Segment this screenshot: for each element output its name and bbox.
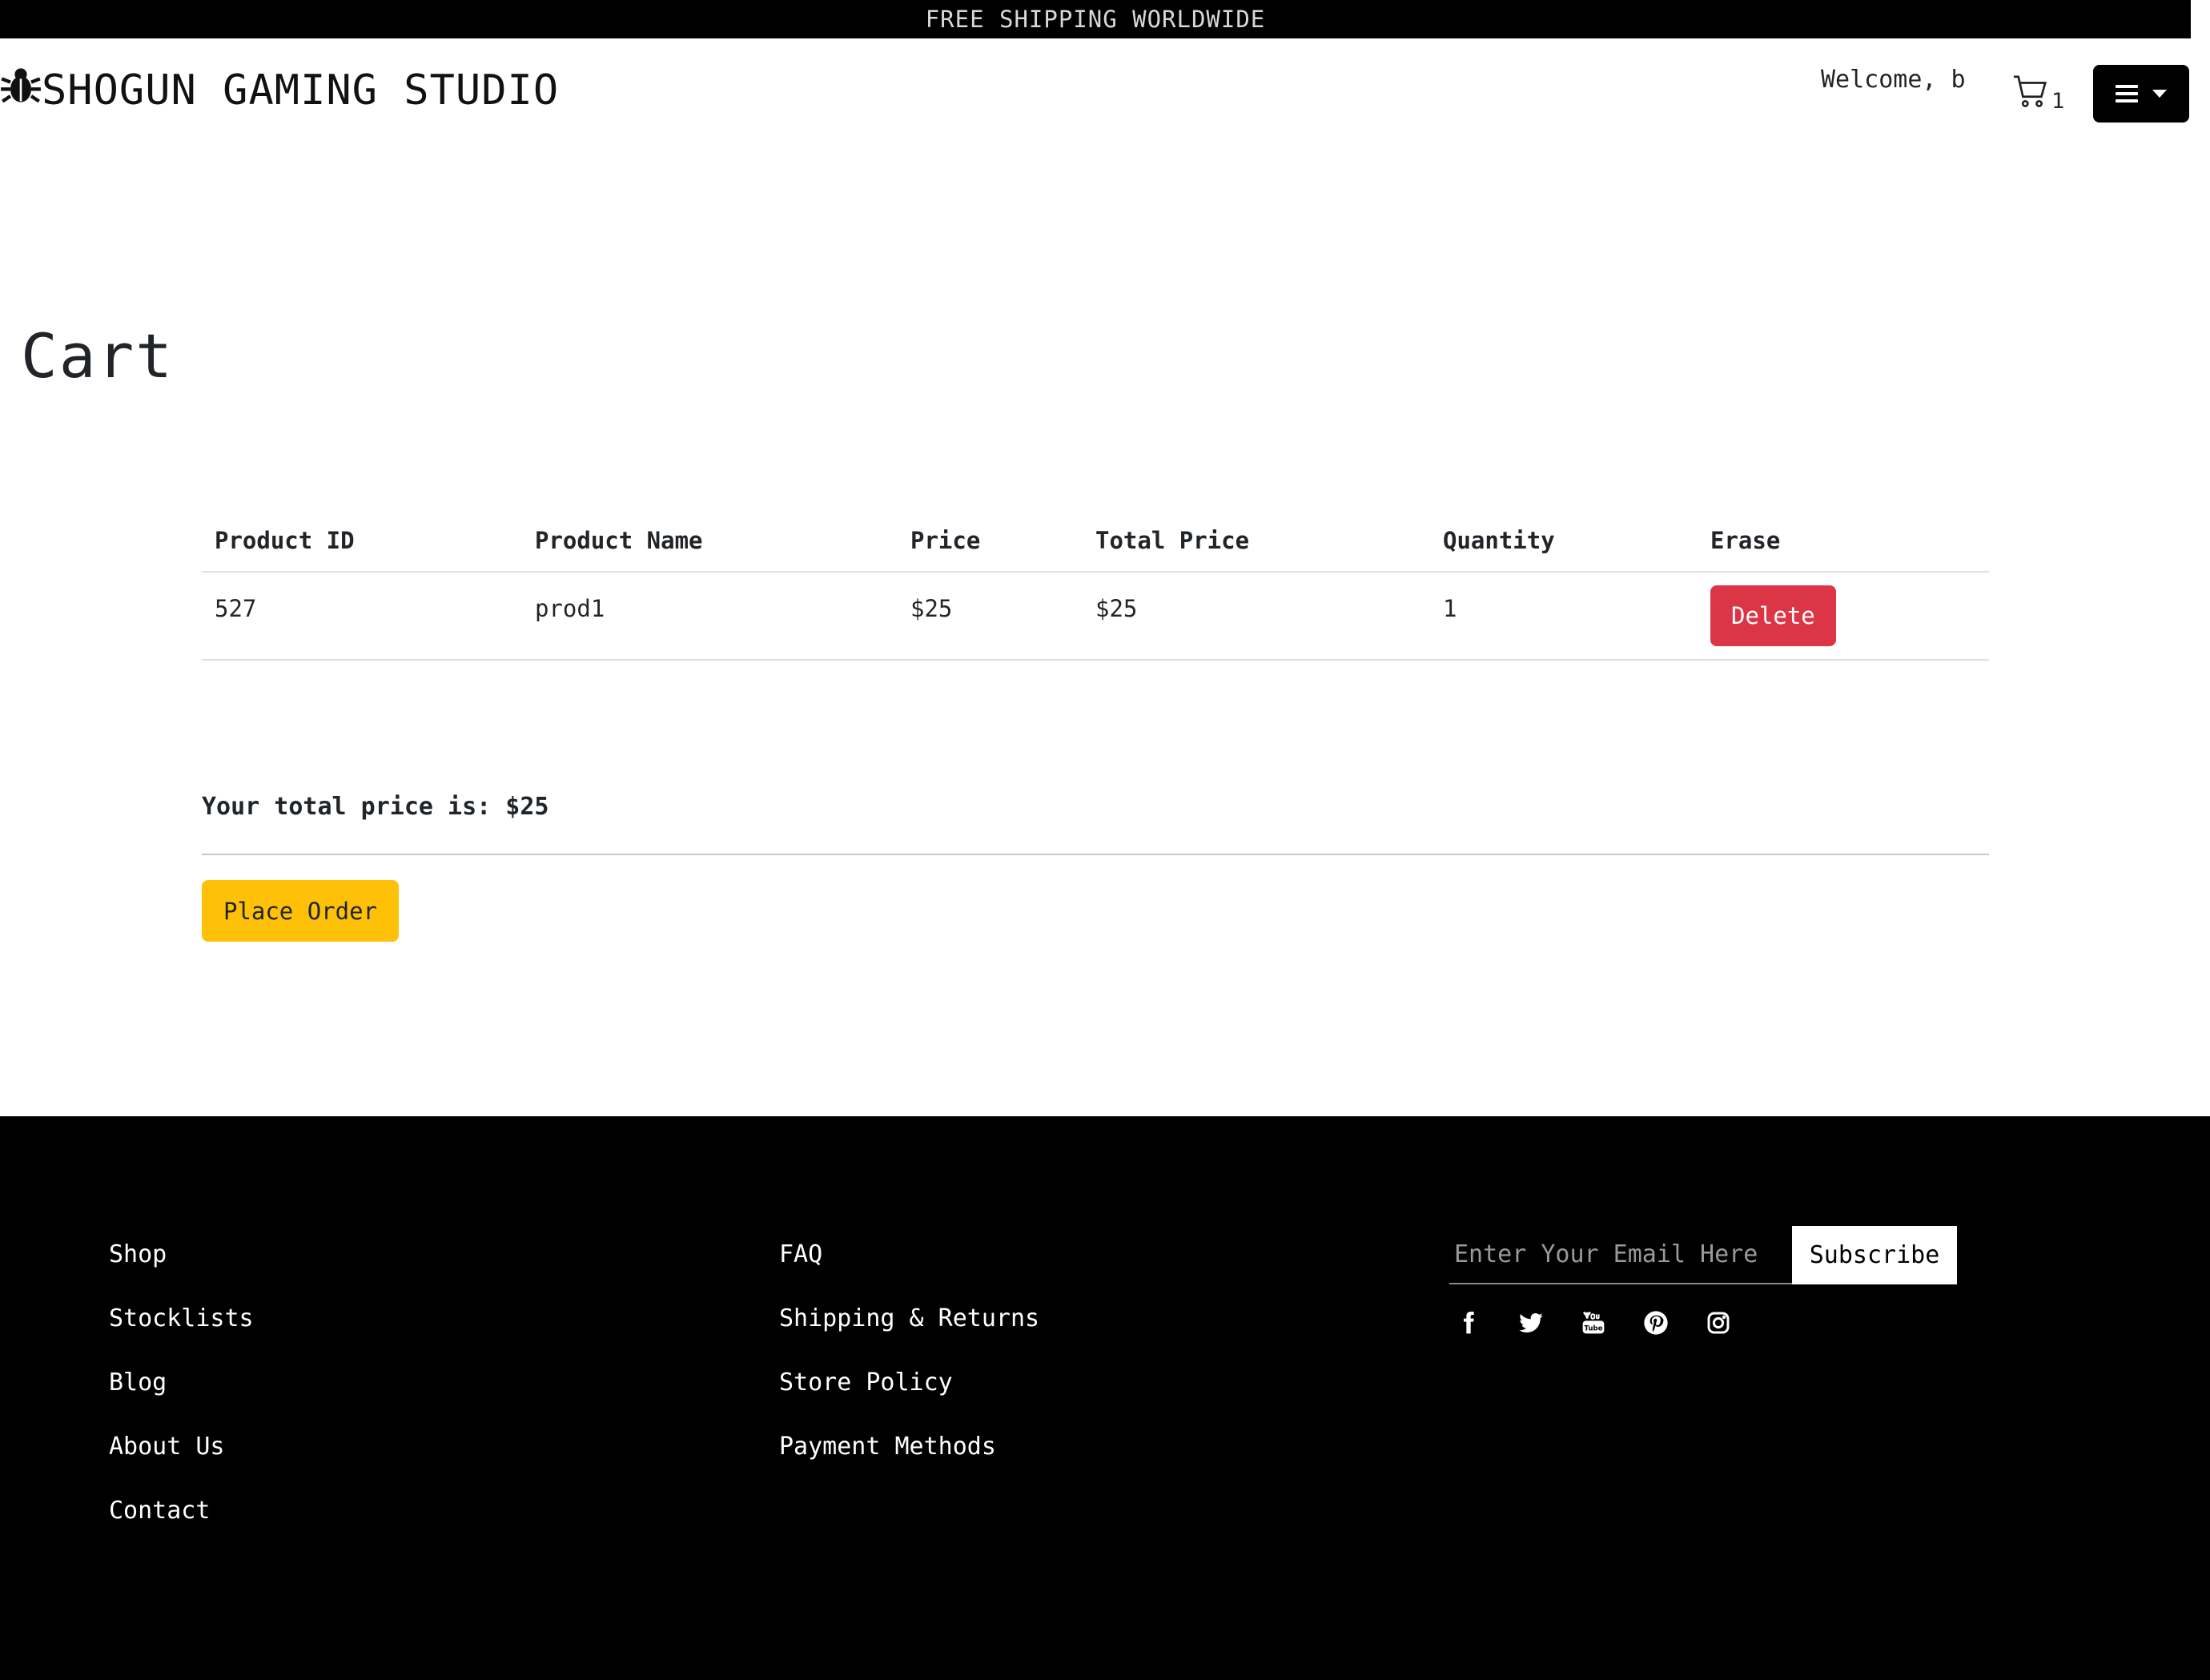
subscribe-button[interactable]: Subscribe: [1792, 1226, 1957, 1284]
welcome-text: Welcome, b: [1821, 66, 1966, 94]
footer-link-label[interactable]: FAQ: [779, 1240, 822, 1268]
footer-link-label[interactable]: About Us: [109, 1433, 225, 1461]
col-product-id: Product ID: [202, 509, 522, 573]
col-total-price: Total Price: [1083, 509, 1430, 573]
footer-link-shop[interactable]: Shop: [109, 1240, 254, 1304]
footer-link-label[interactable]: Payment Methods: [779, 1433, 996, 1461]
footer-link-stocklists[interactable]: Stocklists: [109, 1304, 254, 1369]
cell-quantity: 1: [1430, 572, 1698, 661]
table-header-row: Product ID Product Name Price Total Pric…: [202, 509, 1989, 573]
cart-link[interactable]: 1: [2011, 74, 2064, 114]
cart-icon: [2011, 74, 2050, 114]
footer-link-about-us[interactable]: About Us: [109, 1433, 254, 1497]
footer-link-label[interactable]: Blog: [109, 1369, 167, 1397]
place-order-button[interactable]: Place Order: [202, 880, 399, 942]
footer-link-payment-methods[interactable]: Payment Methods: [779, 1433, 1039, 1497]
total-price-text: Your total price is: $25: [202, 793, 549, 821]
page-title: Cart: [21, 320, 175, 392]
footer-link-contact[interactable]: Contact: [109, 1497, 254, 1561]
footer-links-right: FAQ Shipping & Returns Store Policy Paym…: [779, 1240, 1039, 1497]
footer-link-label[interactable]: Stocklists: [109, 1304, 254, 1332]
delete-button[interactable]: Delete: [1710, 585, 1836, 646]
menu-dropdown-button[interactable]: [2093, 65, 2189, 123]
cart-count: 1: [2051, 89, 2065, 114]
col-product-name: Product Name: [522, 509, 898, 573]
promo-banner: FREE SHIPPING WORLDWIDE: [0, 0, 2191, 38]
cell-total-price: $25: [1083, 572, 1430, 661]
footer-link-label[interactable]: Store Policy: [779, 1369, 953, 1397]
footer-link-shipping-returns[interactable]: Shipping & Returns: [779, 1304, 1039, 1369]
caret-down-icon: [2152, 90, 2167, 98]
footer-link-label[interactable]: Shipping & Returns: [779, 1304, 1039, 1332]
col-quantity: Quantity: [1430, 509, 1698, 573]
cell-product-name: prod1: [522, 572, 898, 661]
instagram-icon[interactable]: [1704, 1308, 1733, 1337]
cell-price: $25: [898, 572, 1083, 661]
footer-link-store-policy[interactable]: Store Policy: [779, 1369, 1039, 1433]
footer-link-faq[interactable]: FAQ: [779, 1240, 1039, 1304]
cart-table: Product ID Product Name Price Total Pric…: [202, 509, 1989, 661]
col-erase: Erase: [1698, 509, 1989, 573]
facebook-icon[interactable]: [1454, 1308, 1483, 1337]
footer: Shop Stocklists Blog About Us Contact FA…: [0, 1116, 2210, 1680]
divider: [202, 854, 1989, 855]
navbar: SHOGUN GAMING STUDIO Welcome, b 1: [0, 38, 2210, 143]
newsletter-form: Subscribe: [1449, 1226, 1957, 1284]
footer-link-label[interactable]: Contact: [109, 1497, 210, 1525]
pinterest-icon[interactable]: [1641, 1308, 1670, 1337]
bug-icon: [0, 65, 42, 117]
twitter-icon[interactable]: [1517, 1308, 1545, 1337]
email-input[interactable]: [1449, 1226, 1792, 1284]
bars-icon: [2116, 85, 2138, 102]
col-price: Price: [898, 509, 1083, 573]
cell-erase: Delete: [1698, 572, 1989, 661]
svg-text:Tube: Tube: [1584, 1324, 1602, 1332]
footer-links-left: Shop Stocklists Blog About Us Contact: [109, 1240, 254, 1561]
footer-link-blog[interactable]: Blog: [109, 1369, 254, 1433]
social-links: Tube: [1454, 1308, 1733, 1337]
brand-link[interactable]: SHOGUN GAMING STUDIO: [0, 66, 559, 115]
table-row: 527 prod1 $25 $25 1 Delete: [202, 572, 1989, 661]
footer-link-label[interactable]: Shop: [109, 1240, 167, 1268]
youtube-icon[interactable]: Tube: [1579, 1308, 1608, 1337]
cell-product-id: 527: [202, 572, 522, 661]
brand-name: SHOGUN GAMING STUDIO: [42, 66, 560, 115]
